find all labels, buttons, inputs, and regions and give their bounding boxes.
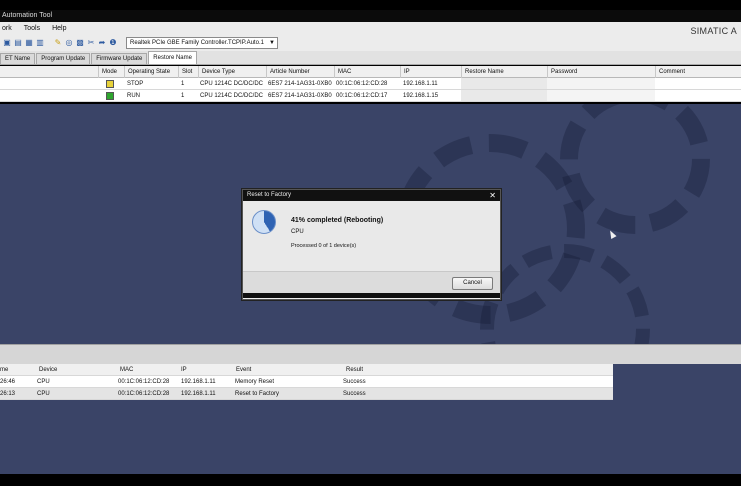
menu-bar: ork Tools Help	[0, 22, 741, 35]
progress-device: CPU	[291, 229, 304, 235]
folder-icon[interactable]: ▣	[3, 39, 11, 47]
col-restore-name[interactable]: Restore Name	[461, 66, 547, 78]
dialog-title-bar: Reset to Factory ✕	[243, 190, 500, 201]
log-row[interactable]: 26:46 CPU 00:1C:06:12:CD:28 192.168.1.11…	[0, 376, 613, 388]
cell-password[interactable]	[547, 90, 655, 101]
cell-password[interactable]	[547, 78, 655, 89]
cell-time: 26:13	[0, 391, 16, 397]
cell-event: Reset to Factory	[235, 391, 280, 397]
cell-restore-name[interactable]	[461, 78, 547, 89]
col-ip[interactable]: IP	[400, 66, 461, 78]
col-result[interactable]: Result	[346, 364, 363, 376]
col-slot[interactable]: Slot	[178, 66, 198, 78]
col-ip[interactable]: IP	[181, 364, 187, 376]
panel-splitter[interactable]	[0, 344, 741, 364]
key-icon[interactable]: ✎	[54, 39, 62, 47]
window-title: Automation Tool	[0, 10, 741, 22]
col-device[interactable]: Device	[39, 364, 57, 376]
log-workspace-background	[0, 400, 741, 474]
col-password[interactable]: Password	[547, 66, 655, 78]
cell-restore-name[interactable]	[461, 90, 547, 101]
cell-mac: 00:1C:06:12:CD:28	[118, 379, 170, 385]
log-header: me Device MAC IP Event Result	[0, 364, 613, 376]
menu-help[interactable]: Help	[52, 22, 66, 35]
cell-mac: 00:1C:06:12:CD:28	[336, 81, 388, 87]
refresh-icon[interactable]: ◎	[65, 39, 73, 47]
chip-icon[interactable]: ▩	[76, 39, 84, 47]
cell-ip: 192.168.1.11	[181, 379, 216, 385]
cell-article: 6ES7 214-1AG31-0XB0	[268, 93, 332, 99]
save-icon[interactable]: ▤	[14, 39, 22, 47]
reset-dialog: Reset to Factory ✕ 41% completed (Reboot…	[242, 189, 501, 300]
grid-icon[interactable]: ▦	[25, 39, 33, 47]
cell-state: STOP	[127, 81, 144, 87]
log-row[interactable]: 26:13 CPU 00:1C:06:12:CD:28 192.168.1.11…	[0, 388, 613, 400]
device-table-header: Mode Operating State Slot Device Type Ar…	[0, 66, 741, 78]
cell-ip: 192.168.1.15	[403, 93, 439, 99]
col-device-type[interactable]: Device Type	[198, 66, 266, 78]
col-event[interactable]: Event	[236, 364, 251, 376]
col-mode[interactable]: Mode	[98, 66, 124, 78]
tab-program-update[interactable]: Program Update	[36, 53, 91, 64]
menu-tools[interactable]: Tools	[24, 22, 40, 35]
mode-indicator	[106, 92, 114, 100]
close-icon[interactable]: ✕	[489, 190, 496, 201]
flash-icon[interactable]: ➦	[98, 39, 106, 47]
dialog-footer: Cancel	[243, 271, 500, 293]
cell-mac: 00:1C:06:12:CD:17	[336, 93, 388, 99]
dialog-title: Reset to Factory	[247, 192, 292, 198]
cell-time: 26:46	[0, 379, 16, 385]
cell-state: RUN	[127, 93, 140, 99]
progress-status: 41% completed (Rebooting)	[291, 217, 384, 224]
cell-event: Memory Reset	[235, 379, 275, 385]
interface-select-value: Realtek PCIe GBE Family Controller.TCPIP…	[130, 40, 264, 46]
cell-result: Success	[343, 391, 366, 397]
toolbar: ▣ ▤ ▦ ▥ ✎ ◎ ▩ ✂ ➦ ❶ Realtek PCIe GBE Fam…	[0, 35, 741, 51]
cell-device: CPU	[37, 379, 50, 385]
cell-result: Success	[343, 379, 366, 385]
cell-slot: 1	[181, 93, 185, 99]
table-row[interactable]: STOP 1 CPU 1214C DC/DC/DC 6ES7 214-1AG31…	[0, 78, 741, 90]
processed-count: Processed 0 of 1 device(s)	[291, 243, 357, 249]
cancel-button[interactable]: Cancel	[452, 277, 493, 290]
info-icon[interactable]: ❶	[109, 39, 117, 47]
cell-device: CPU	[37, 391, 50, 397]
col-time[interactable]: me	[0, 364, 8, 376]
col-mac[interactable]: MAC	[334, 66, 400, 78]
cell-slot: 1	[181, 81, 185, 87]
tab-bar: ET Name Program Update Firmware Update R…	[0, 51, 741, 65]
menu-network[interactable]: ork	[2, 22, 12, 35]
chevron-down-icon: ▼	[269, 40, 275, 46]
progress-pie-icon	[252, 210, 276, 234]
table-row[interactable]: RUN 1 CPU 1214C DC/DC/DC 6ES7 214-1AG31-…	[0, 90, 741, 102]
list-icon[interactable]: ▥	[36, 39, 44, 47]
event-log-table: me Device MAC IP Event Result 26:46 CPU …	[0, 364, 613, 400]
cell-device-type: CPU 1214C DC/DC/DC	[200, 93, 264, 99]
tab-restore-name[interactable]: Restore Name	[148, 51, 197, 64]
device-table: Mode Operating State Slot Device Type Ar…	[0, 66, 741, 102]
cell-ip: 192.168.1.11	[403, 81, 438, 87]
cell-article: 6ES7 214-1AG31-0XB0	[268, 81, 332, 87]
cell-device-type: CPU 1214C DC/DC/DC	[200, 81, 264, 87]
dialog-body: 41% completed (Rebooting) CPU Processed …	[243, 201, 500, 271]
col-comment[interactable]: Comment	[655, 66, 741, 78]
col-article-number[interactable]: Article Number	[266, 66, 334, 78]
mode-indicator	[106, 80, 114, 88]
tab-firmware-update[interactable]: Firmware Update	[91, 53, 148, 64]
tab-et-name[interactable]: ET Name	[0, 53, 36, 64]
col-operating-state[interactable]: Operating State	[124, 66, 178, 78]
tools-icon[interactable]: ✂	[87, 39, 95, 47]
col-mac[interactable]: MAC	[120, 364, 133, 376]
cell-ip: 192.168.1.11	[181, 391, 216, 397]
cell-mac: 00:1C:06:12:CD:28	[118, 391, 170, 397]
interface-select[interactable]: Realtek PCIe GBE Family Controller.TCPIP…	[126, 37, 278, 49]
